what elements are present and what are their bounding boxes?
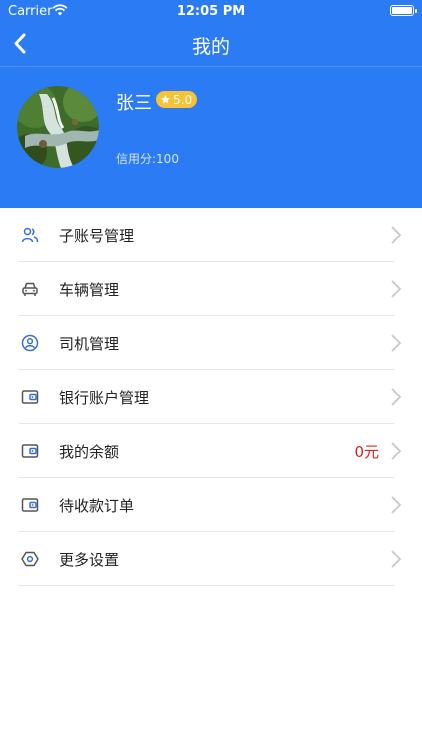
chevron-right-icon [391, 496, 402, 514]
menu-item-balance[interactable]: 我的余额 0元 [19, 424, 402, 478]
avatar[interactable] [17, 86, 99, 168]
rating-value: 5.0 [173, 92, 193, 107]
menu-label: 子账号管理 [59, 227, 135, 245]
menu-label: 更多设置 [59, 551, 120, 569]
menu-label: 待收款订单 [59, 497, 135, 515]
menu-item-bank-accounts[interactable]: 银行账户管理 [19, 370, 402, 424]
menu-item-sub-accounts[interactable]: 子账号管理 [19, 208, 402, 262]
menu-item-pending-orders[interactable]: 待收款订单 [19, 478, 402, 532]
wallet-icon [21, 498, 39, 512]
menu-list: 子账号管理 车辆管理 司机管理 银行账户管理 我的余额 0元 待收款订单 更多设… [0, 208, 422, 586]
battery-icon [390, 5, 417, 16]
menu-label: 银行账户管理 [59, 389, 150, 407]
rating-badge: 5.0 [156, 91, 198, 108]
status-time: 12:05 PM [176, 4, 246, 19]
menu-item-drivers[interactable]: 司机管理 [19, 316, 402, 370]
settings-icon [21, 551, 39, 567]
menu-label: 车辆管理 [59, 281, 120, 299]
chevron-right-icon [391, 334, 402, 352]
balance-value: 0元 [354, 443, 379, 461]
users-icon [21, 227, 39, 243]
menu-item-vehicles[interactable]: 车辆管理 [19, 262, 402, 316]
chevron-right-icon [391, 280, 402, 298]
status-bar: Carrier 12:05 PM [0, 0, 422, 22]
wallet-icon [21, 444, 39, 458]
profile-header: Carrier 12:05 PM 我的 张三 5.0 信用分:100 [0, 0, 422, 208]
nav-divider [0, 66, 422, 67]
menu-label: 司机管理 [59, 335, 120, 353]
wallet-icon [21, 390, 39, 404]
navigation-bar: 我的 [0, 22, 422, 66]
credit-score: 信用分:100 [116, 152, 179, 166]
star-icon [160, 94, 171, 104]
menu-item-more-settings[interactable]: 更多设置 [19, 532, 402, 586]
chevron-right-icon [391, 388, 402, 406]
car-icon [22, 282, 38, 296]
chevron-right-icon [391, 226, 402, 244]
page-title: 我的 [191, 36, 230, 58]
user-name: 张三 [116, 93, 152, 114]
driver-icon [21, 334, 39, 352]
chevron-right-icon [391, 550, 402, 568]
menu-label: 我的余额 [59, 443, 120, 461]
chevron-right-icon [391, 442, 402, 460]
